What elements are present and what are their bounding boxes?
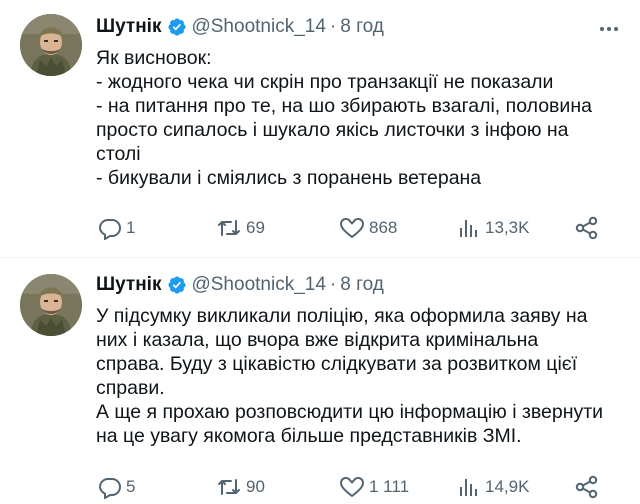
tweet-text-line: - на питання про те, на шо збирають взаг… <box>96 95 592 117</box>
tweet-text-line: справа. Буду з цікавістю слідкувати за р… <box>96 353 578 375</box>
timestamp[interactable]: 8 год <box>340 16 384 38</box>
avatar-image <box>20 14 82 76</box>
like-button[interactable]: 1 111 <box>339 474 409 500</box>
tweet-text-line: них і казала, що вчора вже відкрита крим… <box>96 329 539 351</box>
retweet-icon <box>218 220 240 236</box>
tweet-header: Шутнік @Shootnick_14 · 8 год <box>96 272 384 298</box>
tweet-text-line: А ще я прохаю розповсюдити цю інформацію… <box>96 401 604 423</box>
more-dots-icon[interactable] <box>598 18 620 40</box>
tweet-text: У підсумку викликали поліцію, яка оформи… <box>96 304 616 448</box>
share-icon <box>575 216 598 240</box>
header-separator: · <box>329 16 337 37</box>
timestamp[interactable]: 8 год <box>340 274 384 296</box>
like-count: 1 111 <box>369 477 410 496</box>
views-chart-icon <box>460 220 477 237</box>
share-icon <box>575 475 598 499</box>
tweet-header: Шутнік @Shootnick_14 · 8 год <box>96 14 384 40</box>
header-separator: · <box>329 274 337 295</box>
verified-badge-icon <box>167 17 187 37</box>
tweet-text-line: столі <box>96 143 141 165</box>
avatar[interactable] <box>20 14 82 76</box>
tweet[interactable]: Шутнік @Shootnick_14 · 8 год У підсумку … <box>0 258 640 504</box>
verified-badge-icon <box>167 275 187 295</box>
avatar[interactable] <box>20 274 82 336</box>
share-button[interactable] <box>574 474 600 500</box>
share-button[interactable] <box>574 215 600 241</box>
reply-count: 1 <box>126 218 136 237</box>
like-count: 868 <box>369 218 398 237</box>
tweet-text-line: просто сипалось і шукало якісь листочки … <box>96 119 569 141</box>
views-button[interactable]: 14,9K <box>457 474 529 500</box>
tweet-text-line: - жодного чека чи скрін про транзакції н… <box>96 71 554 93</box>
tweet[interactable]: Шутнік @Shootnick_14 · 8 год Як висновок… <box>0 0 640 258</box>
tweet-text-line: Як висновок: <box>96 47 212 69</box>
tweet-text: Як висновок: - жодного чека чи скрін про… <box>96 46 616 190</box>
retweet-button[interactable]: 69 <box>216 215 265 241</box>
retweet-icon <box>218 479 240 495</box>
tweet-actions: 1 69 868 13,3K <box>96 215 616 241</box>
views-button[interactable]: 13,3K <box>457 215 529 241</box>
author-handle[interactable]: @Shootnick_14 <box>191 16 325 38</box>
views-count: 13,3K <box>485 218 530 237</box>
reply-button[interactable]: 1 <box>98 215 135 241</box>
reply-count: 5 <box>126 477 136 496</box>
author-handle[interactable]: @Shootnick_14 <box>191 274 325 296</box>
author-name[interactable]: Шутнік <box>96 16 161 38</box>
avatar-image <box>20 274 82 336</box>
reply-icon <box>98 219 122 240</box>
tweet-text-line: на це увагу якомога більше представників… <box>96 425 522 447</box>
retweet-button[interactable]: 90 <box>216 474 265 500</box>
heart-icon <box>340 477 364 497</box>
reply-icon <box>98 478 122 499</box>
tweet-text-line: - бикували і сміялись з поранень ветеран… <box>96 167 482 189</box>
reply-button[interactable]: 5 <box>98 474 135 500</box>
views-count: 14,9K <box>485 477 530 496</box>
heart-icon <box>340 218 364 238</box>
retweet-count: 90 <box>246 477 265 496</box>
retweet-count: 69 <box>246 218 265 237</box>
like-button[interactable]: 868 <box>339 215 397 241</box>
tweet-text-line: У підсумку викликали поліцію, яка оформи… <box>96 305 588 327</box>
tweet-actions: 5 90 1 111 14,9K <box>96 474 616 500</box>
views-chart-icon <box>460 479 477 496</box>
tweet-text-line: справи. <box>96 377 165 399</box>
author-name[interactable]: Шутнік <box>96 274 161 296</box>
